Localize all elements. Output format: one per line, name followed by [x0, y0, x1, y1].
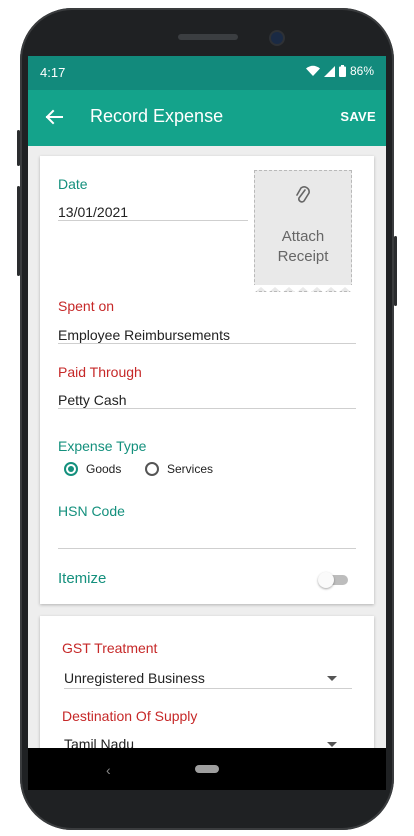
nav-back-icon[interactable]: ‹: [106, 762, 111, 778]
paid-through-field[interactable]: Petty Cash: [58, 392, 126, 408]
expense-details-card: Date 13/01/2021 Attach Receipt Spent on …: [40, 156, 374, 604]
chevron-down-icon[interactable]: [327, 742, 337, 747]
gst-treatment-underline: [64, 688, 352, 689]
attach-receipt-line1: Attach: [281, 228, 325, 245]
hsn-code-underline: [58, 548, 356, 549]
save-button[interactable]: SAVE: [340, 109, 376, 124]
toggle-thumb: [318, 572, 334, 588]
attach-receipt-line2: Receipt: [277, 248, 329, 265]
side-button: [394, 236, 397, 306]
volume-button: [17, 186, 20, 276]
date-label: Date: [58, 176, 88, 192]
goods-radio[interactable]: [64, 462, 78, 476]
date-underline: [58, 220, 248, 221]
gst-treatment-label: GST Treatment: [62, 640, 158, 656]
paid-through-label: Paid Through: [58, 364, 142, 380]
app-bar: Record Expense SAVE: [28, 90, 386, 146]
attach-receipt-button[interactable]: Attach Receipt: [254, 170, 352, 293]
chevron-down-icon[interactable]: [327, 676, 337, 681]
status-bar: 4:17 86%: [28, 56, 386, 90]
goods-option-label[interactable]: Goods: [86, 462, 121, 476]
signal-icon: [323, 65, 335, 77]
power-button: [17, 130, 20, 166]
nav-home-icon[interactable]: [195, 765, 219, 773]
itemize-toggle[interactable]: [318, 572, 348, 588]
gst-treatment-select[interactable]: Unregistered Business: [64, 670, 205, 686]
paperclip-icon: [296, 186, 310, 203]
app-screen: 4:17 86% Record Expense SAVE Date 13/01/…: [28, 56, 386, 748]
status-time: 4:17: [40, 65, 66, 80]
destination-of-supply-select[interactable]: Tamil Nadu: [64, 736, 134, 748]
front-camera: [271, 32, 283, 44]
attach-receipt-label: Attach Receipt: [255, 227, 351, 267]
system-nav-bar: ‹: [28, 748, 386, 790]
page-title: Record Expense: [90, 106, 224, 126]
spent-on-field[interactable]: Employee Reimbursements: [58, 327, 230, 343]
destination-of-supply-label: Destination Of Supply: [62, 708, 198, 724]
spent-on-label: Spent on: [58, 298, 115, 314]
earpiece-speaker: [178, 34, 238, 40]
arrow-left-icon[interactable]: [42, 105, 66, 129]
date-field[interactable]: 13/01/2021: [58, 204, 128, 220]
paid-through-underline: [58, 408, 356, 409]
hsn-code-label: HSN Code: [58, 503, 125, 519]
wifi-icon: [305, 65, 320, 76]
battery-percent: 86%: [349, 64, 374, 78]
battery-icon: [338, 65, 346, 77]
receipt-jagged-edge: [254, 285, 352, 293]
expense-type-label: Expense Type: [58, 438, 147, 454]
status-icons: 86%: [305, 64, 374, 78]
hsn-code-field[interactable]: [58, 528, 356, 544]
services-radio[interactable]: [145, 462, 159, 476]
gst-card: GST Treatment Unregistered Business Dest…: [40, 616, 374, 748]
spent-on-underline: [58, 343, 356, 344]
services-option-label[interactable]: Services: [167, 462, 213, 476]
itemize-label: Itemize: [58, 570, 107, 587]
